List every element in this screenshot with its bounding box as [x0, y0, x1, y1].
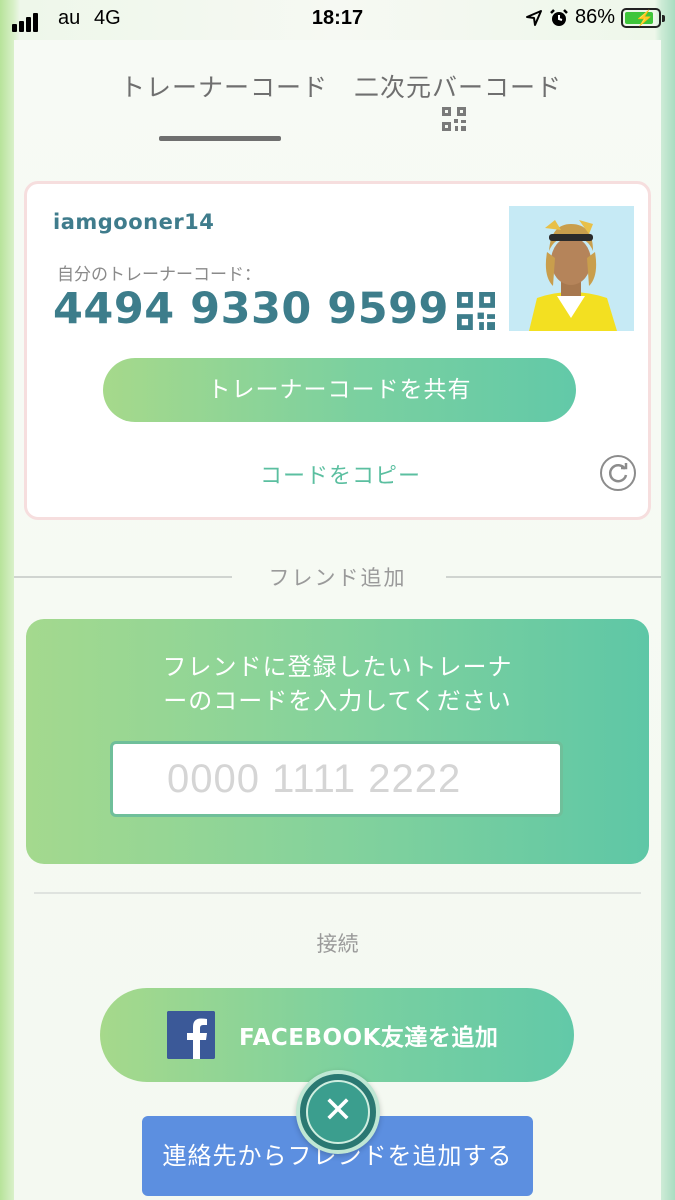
facebook-icon	[167, 1011, 215, 1059]
share-trainer-code-button[interactable]: トレーナーコードを共有	[103, 358, 576, 422]
facebook-button-label: FACEBOOK友達を追加	[239, 1025, 499, 1051]
alarm-clock-icon	[550, 8, 568, 26]
add-friend-box: フレンドに登録したいトレーナ ーのコードを入力してください 0000 1111 …	[26, 619, 649, 864]
connect-section-title: 接続	[316, 932, 359, 956]
add-friend-prompt-line1: フレンドに登録したいトレーナ	[162, 653, 513, 681]
trainer-username: iamgooner14	[53, 210, 215, 234]
close-icon: ✕	[306, 1080, 370, 1144]
trainer-code-card: iamgooner14 自分のトレーナーコード： 4494 9330 9599 …	[24, 181, 651, 520]
tab-trainer-code[interactable]: トレーナーコード	[120, 68, 328, 104]
location-arrow-icon	[525, 9, 542, 26]
close-button[interactable]: ✕	[296, 1070, 380, 1154]
status-bar: au 4G 18:17 86% ⚡	[0, 0, 675, 38]
tab-qr-code[interactable]: 二次元バーコード	[354, 68, 562, 104]
divider-line-right	[446, 576, 661, 578]
add-friend-prompt-line2: ーのコードを入力してください	[163, 687, 512, 715]
battery-percent: 86%	[574, 6, 615, 28]
section-divider	[34, 892, 641, 894]
refresh-icon[interactable]	[599, 454, 637, 492]
qr-code-icon[interactable]	[457, 292, 495, 330]
add-facebook-friends-button[interactable]: FACEBOOK友達を追加	[100, 988, 574, 1082]
qr-code-icon[interactable]	[442, 107, 466, 131]
trainer-avatar	[509, 206, 634, 331]
tab-bar: トレーナーコード 二次元バーコード	[0, 65, 675, 145]
battery-icon: ⚡	[621, 7, 665, 28]
copy-code-link[interactable]: コードをコピー	[27, 458, 654, 490]
active-tab-indicator	[159, 136, 281, 141]
add-friend-divider: フレンド追加	[14, 562, 661, 592]
trainer-code-label: 自分のトレーナーコード：	[57, 265, 261, 285]
trainer-code-value: 4494 9330 9599	[53, 284, 449, 334]
friend-code-input[interactable]: 0000 1111 2222	[110, 741, 563, 817]
add-friend-prompt: フレンドに登録したいトレーナ ーのコードを入力してください	[26, 650, 649, 718]
